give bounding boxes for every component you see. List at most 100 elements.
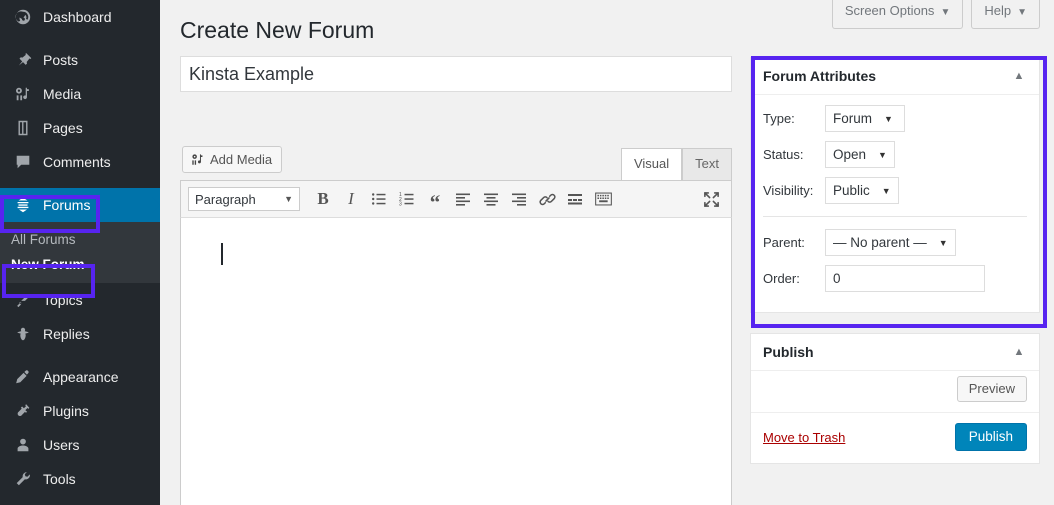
distraction-free-icon[interactable]: [697, 185, 725, 213]
sidebar-item-dashboard[interactable]: Dashboard: [0, 0, 160, 34]
status-label: Status:: [763, 147, 825, 162]
attribute-row-type: Type: Forum ▼: [763, 105, 1027, 132]
help-label: Help: [984, 2, 1011, 20]
sidebar-divider: [0, 34, 160, 43]
admin-sidebar: Dashboard Posts Media: [0, 0, 160, 505]
sidebar-item-label: Users: [43, 438, 80, 452]
italic-icon[interactable]: I: [337, 185, 365, 213]
editor-media-row: Add Media Visual Text: [180, 140, 732, 180]
chevron-down-icon: ▼: [878, 150, 887, 160]
sidebar-item-label: Dashboard: [43, 10, 112, 24]
parent-label: Parent:: [763, 235, 825, 250]
attribute-row-parent: Parent: — No parent — ▼: [763, 229, 1027, 256]
align-left-icon[interactable]: [449, 185, 477, 213]
type-label: Type:: [763, 111, 825, 126]
preview-button[interactable]: Preview: [957, 376, 1027, 402]
visibility-label: Visibility:: [763, 183, 825, 198]
page-title: Create New Forum: [180, 16, 374, 46]
forum-attributes-panel: Forum Attributes ▲ Type: Forum ▼ Status:…: [750, 57, 1040, 313]
move-to-trash-link[interactable]: Move to Trash: [763, 430, 845, 445]
forum-title-input[interactable]: [180, 56, 732, 92]
add-media-button[interactable]: Add Media: [182, 146, 282, 173]
sidebar-item-replies[interactable]: Replies: [0, 317, 160, 351]
pin-icon: [11, 50, 35, 70]
sidebar-item-tools[interactable]: Tools: [0, 462, 160, 496]
type-value: Forum: [833, 111, 872, 126]
publish-panel: Publish ▲ Preview Move to Trash Publish: [750, 333, 1040, 464]
attribute-row-visibility: Visibility: Public ▼: [763, 177, 1027, 204]
visibility-select[interactable]: Public ▼: [825, 177, 899, 204]
post-editor: Add Media Visual Text Paragraph ▼ B: [180, 140, 732, 505]
sidebar-item-plugins[interactable]: Plugins: [0, 394, 160, 428]
forum-attributes-header: Forum Attributes ▲: [751, 58, 1039, 95]
sidebar-item-comments[interactable]: Comments: [0, 145, 160, 179]
forum-attributes-title: Forum Attributes: [763, 68, 876, 84]
attribute-row-status: Status: Open ▼: [763, 141, 1027, 168]
sidebar-item-label: Plugins: [43, 404, 89, 418]
order-label: Order:: [763, 271, 825, 286]
sidebar-item-label: Replies: [43, 327, 90, 341]
topics-icon: [11, 290, 35, 310]
paragraph-format-select[interactable]: Paragraph ▼: [188, 187, 300, 211]
preview-label: Preview: [969, 381, 1015, 396]
sidebar-item-topics[interactable]: Topics: [0, 283, 160, 317]
link-icon[interactable]: [533, 185, 561, 213]
plugins-icon: [11, 401, 35, 421]
submenu-item-all-forums[interactable]: All Forums: [0, 227, 160, 252]
publish-button-label: Publish: [969, 429, 1013, 444]
chevron-up-icon[interactable]: ▲: [1009, 342, 1029, 362]
replies-icon: [11, 324, 35, 344]
order-input[interactable]: [825, 265, 985, 292]
publish-major-actions: Move to Trash Publish: [751, 413, 1039, 463]
publish-button[interactable]: Publish: [955, 423, 1027, 451]
sidebar-item-media[interactable]: Media: [0, 77, 160, 111]
sidebar-item-forums[interactable]: Forums: [0, 188, 160, 222]
numbered-list-icon[interactable]: 1 2 3: [393, 185, 421, 213]
comment-icon: [11, 152, 35, 172]
tab-text-label: Text: [695, 156, 719, 171]
attribute-row-order: Order:: [763, 265, 1027, 292]
chevron-up-icon[interactable]: ▲: [1009, 66, 1029, 86]
forums-submenu: All Forums New Forum: [0, 222, 160, 283]
screen-meta-bar: Screen Options ▼ Help ▼: [832, 0, 1040, 29]
editor-content-area[interactable]: [180, 218, 732, 505]
chevron-down-icon: ▼: [1017, 6, 1027, 20]
align-center-icon[interactable]: [477, 185, 505, 213]
editor-toolbar: Paragraph ▼ B I 1 2 3: [180, 180, 732, 218]
read-more-icon[interactable]: [561, 185, 589, 213]
help-button[interactable]: Help ▼: [971, 0, 1040, 29]
tab-text[interactable]: Text: [682, 148, 732, 180]
chevron-down-icon: ▼: [939, 238, 948, 248]
type-select[interactable]: Forum ▼: [825, 105, 905, 132]
media-icon: [11, 84, 35, 104]
attributes-divider: [763, 216, 1027, 217]
align-right-icon[interactable]: [505, 185, 533, 213]
admin-screen: Dashboard Posts Media: [0, 0, 1054, 505]
tools-icon: [11, 469, 35, 489]
sidebar-item-posts[interactable]: Posts: [0, 43, 160, 77]
screen-options-button[interactable]: Screen Options ▼: [832, 0, 964, 29]
status-select[interactable]: Open ▼: [825, 141, 895, 168]
status-value: Open: [833, 147, 866, 162]
bulleted-list-icon[interactable]: [365, 185, 393, 213]
visibility-value: Public: [833, 183, 870, 198]
submenu-item-new-forum[interactable]: New Forum: [0, 252, 160, 277]
users-icon: [11, 435, 35, 455]
blockquote-icon[interactable]: “: [421, 185, 449, 213]
add-media-label: Add Media: [210, 152, 272, 167]
toolbar-toggle-icon[interactable]: [589, 185, 617, 213]
sidebar-item-pages[interactable]: Pages: [0, 111, 160, 145]
tab-visual-label: Visual: [634, 156, 669, 171]
sidebar-item-label: Pages: [43, 121, 83, 135]
sidebar-item-users[interactable]: Users: [0, 428, 160, 462]
parent-select[interactable]: — No parent — ▼: [825, 229, 956, 256]
tab-visual[interactable]: Visual: [621, 148, 682, 180]
bold-icon[interactable]: B: [309, 185, 337, 213]
chevron-down-icon: ▼: [284, 194, 293, 204]
sidebar-item-label: Appearance: [43, 370, 119, 384]
svg-text:3: 3: [399, 202, 402, 208]
chevron-down-icon: ▼: [882, 186, 891, 196]
sidebar-item-appearance[interactable]: Appearance: [0, 360, 160, 394]
forums-icon: [11, 195, 35, 215]
sidebar-item-label: Media: [43, 87, 81, 101]
